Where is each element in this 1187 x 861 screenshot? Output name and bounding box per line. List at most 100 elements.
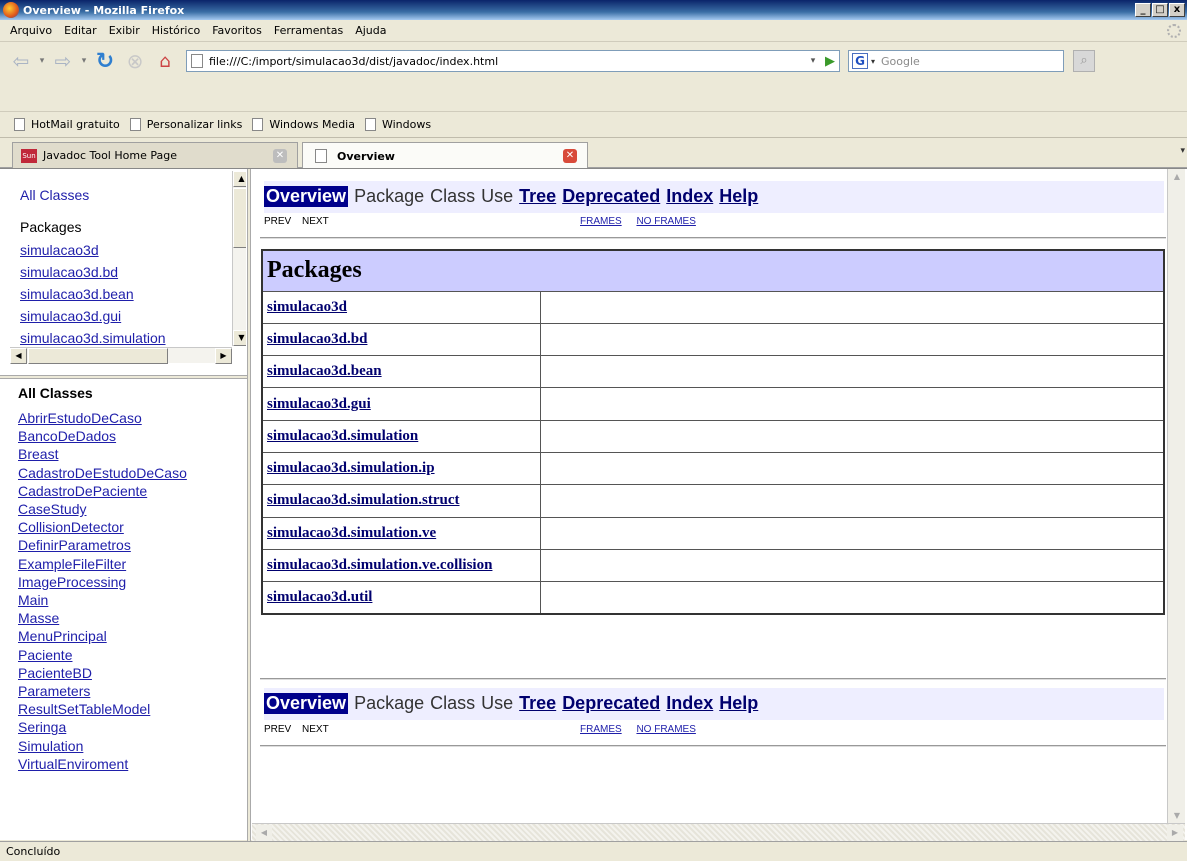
scroll-thumb[interactable] xyxy=(233,188,246,248)
maximize-button[interactable]: □ xyxy=(1152,3,1168,17)
class-link[interactable]: Paciente xyxy=(18,646,246,664)
back-arrow-icon[interactable]: ⇦ xyxy=(6,48,36,74)
class-link[interactable]: CadastroDePaciente xyxy=(18,482,246,500)
minimize-button[interactable]: _ xyxy=(1135,3,1151,17)
frames-link[interactable]: FRAMES xyxy=(580,724,622,735)
scroll-right-icon[interactable]: ▶ xyxy=(1167,825,1183,841)
menu-editar[interactable]: Editar xyxy=(58,24,103,37)
nav-help-link[interactable]: Help xyxy=(719,186,758,207)
package-table-link[interactable]: simulacao3d.simulation.struct xyxy=(267,492,460,508)
package-table-link[interactable]: simulacao3d.simulation.ip xyxy=(267,460,435,476)
google-engine-icon[interactable]: G xyxy=(852,53,868,69)
class-link[interactable]: Main xyxy=(18,591,246,609)
class-link[interactable]: ImageProcessing xyxy=(18,573,246,591)
menu-ajuda[interactable]: Ajuda xyxy=(349,24,392,37)
nav-index-link[interactable]: Index xyxy=(666,693,713,714)
url-dropdown-icon[interactable]: ▾ xyxy=(805,56,821,66)
package-table-link[interactable]: simulacao3d.simulation.ve xyxy=(267,525,436,541)
url-field[interactable]: file:///C:/import/simulacao3d/dist/javad… xyxy=(186,50,840,72)
package-table-link[interactable]: simulacao3d.simulation.ve.collision xyxy=(267,557,492,573)
class-link[interactable]: CaseStudy xyxy=(18,500,246,518)
scroll-down-icon[interactable]: ▼ xyxy=(1168,808,1186,824)
home-icon[interactable]: ⌂ xyxy=(150,48,180,74)
package-table-link[interactable]: simulacao3d.simulation xyxy=(267,428,418,444)
no-frames-link[interactable]: NO FRAMES xyxy=(636,216,695,227)
class-link[interactable]: DefinirParametros xyxy=(18,536,246,554)
close-window-button[interactable]: x xyxy=(1169,3,1185,17)
package-table-link[interactable]: simulacao3d.bean xyxy=(267,363,382,379)
nav-tree-link[interactable]: Tree xyxy=(519,693,556,714)
all-classes-link[interactable]: All Classes xyxy=(20,187,246,203)
back-dropdown-icon[interactable]: ▾ xyxy=(36,56,48,66)
nav-tree-link[interactable]: Tree xyxy=(519,186,556,207)
scroll-left-icon[interactable]: ◀ xyxy=(10,348,27,364)
nav-deprecated-link[interactable]: Deprecated xyxy=(562,693,660,714)
package-table-link[interactable]: simulacao3d xyxy=(267,299,347,315)
class-link[interactable]: Simulation xyxy=(18,737,246,755)
class-link[interactable]: CollisionDetector xyxy=(18,518,246,536)
nav-deprecated-link[interactable]: Deprecated xyxy=(562,186,660,207)
bookmark-personalizar-links[interactable]: Personalizar links xyxy=(129,117,242,131)
scroll-down-icon[interactable]: ▼ xyxy=(233,330,246,346)
tab-list-dropdown-icon[interactable]: ▾ xyxy=(1180,146,1185,156)
package-link[interactable]: simulacao3d.simulation xyxy=(20,327,246,349)
close-tab-icon[interactable]: ✕ xyxy=(563,149,577,163)
menu-historico[interactable]: Histórico xyxy=(146,24,206,37)
package-frame-horizontal-scrollbar[interactable]: ◀ ▶ xyxy=(10,347,232,364)
engine-dropdown-icon[interactable]: ▾ xyxy=(868,57,878,66)
menu-exibir[interactable]: Exibir xyxy=(103,24,146,37)
stop-icon[interactable]: ⊗ xyxy=(120,48,150,74)
tab-overview[interactable]: Overview ✕ xyxy=(302,142,588,169)
main-vertical-scrollbar[interactable]: ▲ ▼ xyxy=(1167,169,1185,824)
frames-link[interactable]: FRAMES xyxy=(580,216,622,227)
scroll-thumb[interactable] xyxy=(28,348,168,364)
class-link[interactable]: Parameters xyxy=(18,682,246,700)
scroll-up-icon[interactable]: ▲ xyxy=(233,171,246,187)
doc-navbar-top: Overview Package Class Use Tree Deprecat… xyxy=(264,181,1164,213)
bookmark-hotmail[interactable]: HotMail gratuito xyxy=(14,117,120,131)
class-link[interactable]: PacienteBD xyxy=(18,664,246,682)
scroll-up-icon[interactable]: ▲ xyxy=(1168,169,1186,185)
nav-index-link[interactable]: Index xyxy=(666,186,713,207)
class-link[interactable]: CadastroDeEstudoDeCaso xyxy=(18,464,246,482)
menu-ferramentas[interactable]: Ferramentas xyxy=(268,24,349,37)
class-link[interactable]: AbrirEstudoDeCaso xyxy=(18,409,246,427)
bookmark-windows-media[interactable]: Windows Media xyxy=(252,117,355,131)
package-table-link[interactable]: simulacao3d.bd xyxy=(267,331,367,347)
reload-icon[interactable]: ↻ xyxy=(90,48,120,74)
menu-arquivo[interactable]: Arquivo xyxy=(4,24,58,37)
scroll-right-icon[interactable]: ▶ xyxy=(215,348,232,364)
package-link[interactable]: simulacao3d.bean xyxy=(20,283,246,305)
package-link[interactable]: simulacao3d xyxy=(20,239,246,261)
class-link[interactable]: ResultSetTableModel xyxy=(18,700,246,718)
tab-javadoc-home[interactable]: Sun Javadoc Tool Home Page ✕ xyxy=(12,142,298,168)
package-table-link[interactable]: simulacao3d.gui xyxy=(267,396,371,412)
table-row: simulacao3d.simulation.ve xyxy=(261,516,1165,550)
close-tab-icon[interactable]: ✕ xyxy=(273,148,287,163)
class-link[interactable]: ExampleFileFilter xyxy=(18,555,246,573)
package-table-link[interactable]: simulacao3d.util xyxy=(267,589,372,605)
class-link[interactable]: Seringa xyxy=(18,718,246,736)
frame-divider[interactable] xyxy=(0,375,250,379)
class-link[interactable]: MenuPrincipal xyxy=(18,627,246,645)
main-horizontal-scrollbar[interactable]: ◀ ▶ xyxy=(252,823,1185,841)
package-link[interactable]: simulacao3d.bd xyxy=(20,261,246,283)
scroll-left-icon[interactable]: ◀ xyxy=(256,825,272,841)
url-text[interactable]: file:///C:/import/simulacao3d/dist/javad… xyxy=(209,55,805,68)
no-frames-link[interactable]: NO FRAMES xyxy=(636,724,695,735)
class-link[interactable]: Breast xyxy=(18,445,246,463)
class-link[interactable]: Masse xyxy=(18,609,246,627)
class-link[interactable]: VirtualEnviroment xyxy=(18,755,246,773)
package-link[interactable]: simulacao3d.gui xyxy=(20,305,246,327)
forward-dropdown-icon[interactable]: ▾ xyxy=(78,56,90,66)
bookmark-windows[interactable]: Windows xyxy=(364,117,431,131)
nav-help-link[interactable]: Help xyxy=(719,693,758,714)
frame-divider[interactable] xyxy=(247,169,251,841)
search-magnifier-icon[interactable]: ⌕ xyxy=(1073,50,1095,72)
package-frame-vertical-scrollbar[interactable]: ▲ ▼ xyxy=(232,171,246,346)
go-arrow-icon[interactable]: ▶ xyxy=(821,54,839,69)
search-input[interactable]: G ▾ Google xyxy=(848,50,1064,72)
forward-arrow-icon[interactable]: ⇨ xyxy=(48,48,78,74)
class-link[interactable]: BancoDeDados xyxy=(18,427,246,445)
menu-favoritos[interactable]: Favoritos xyxy=(206,24,268,37)
